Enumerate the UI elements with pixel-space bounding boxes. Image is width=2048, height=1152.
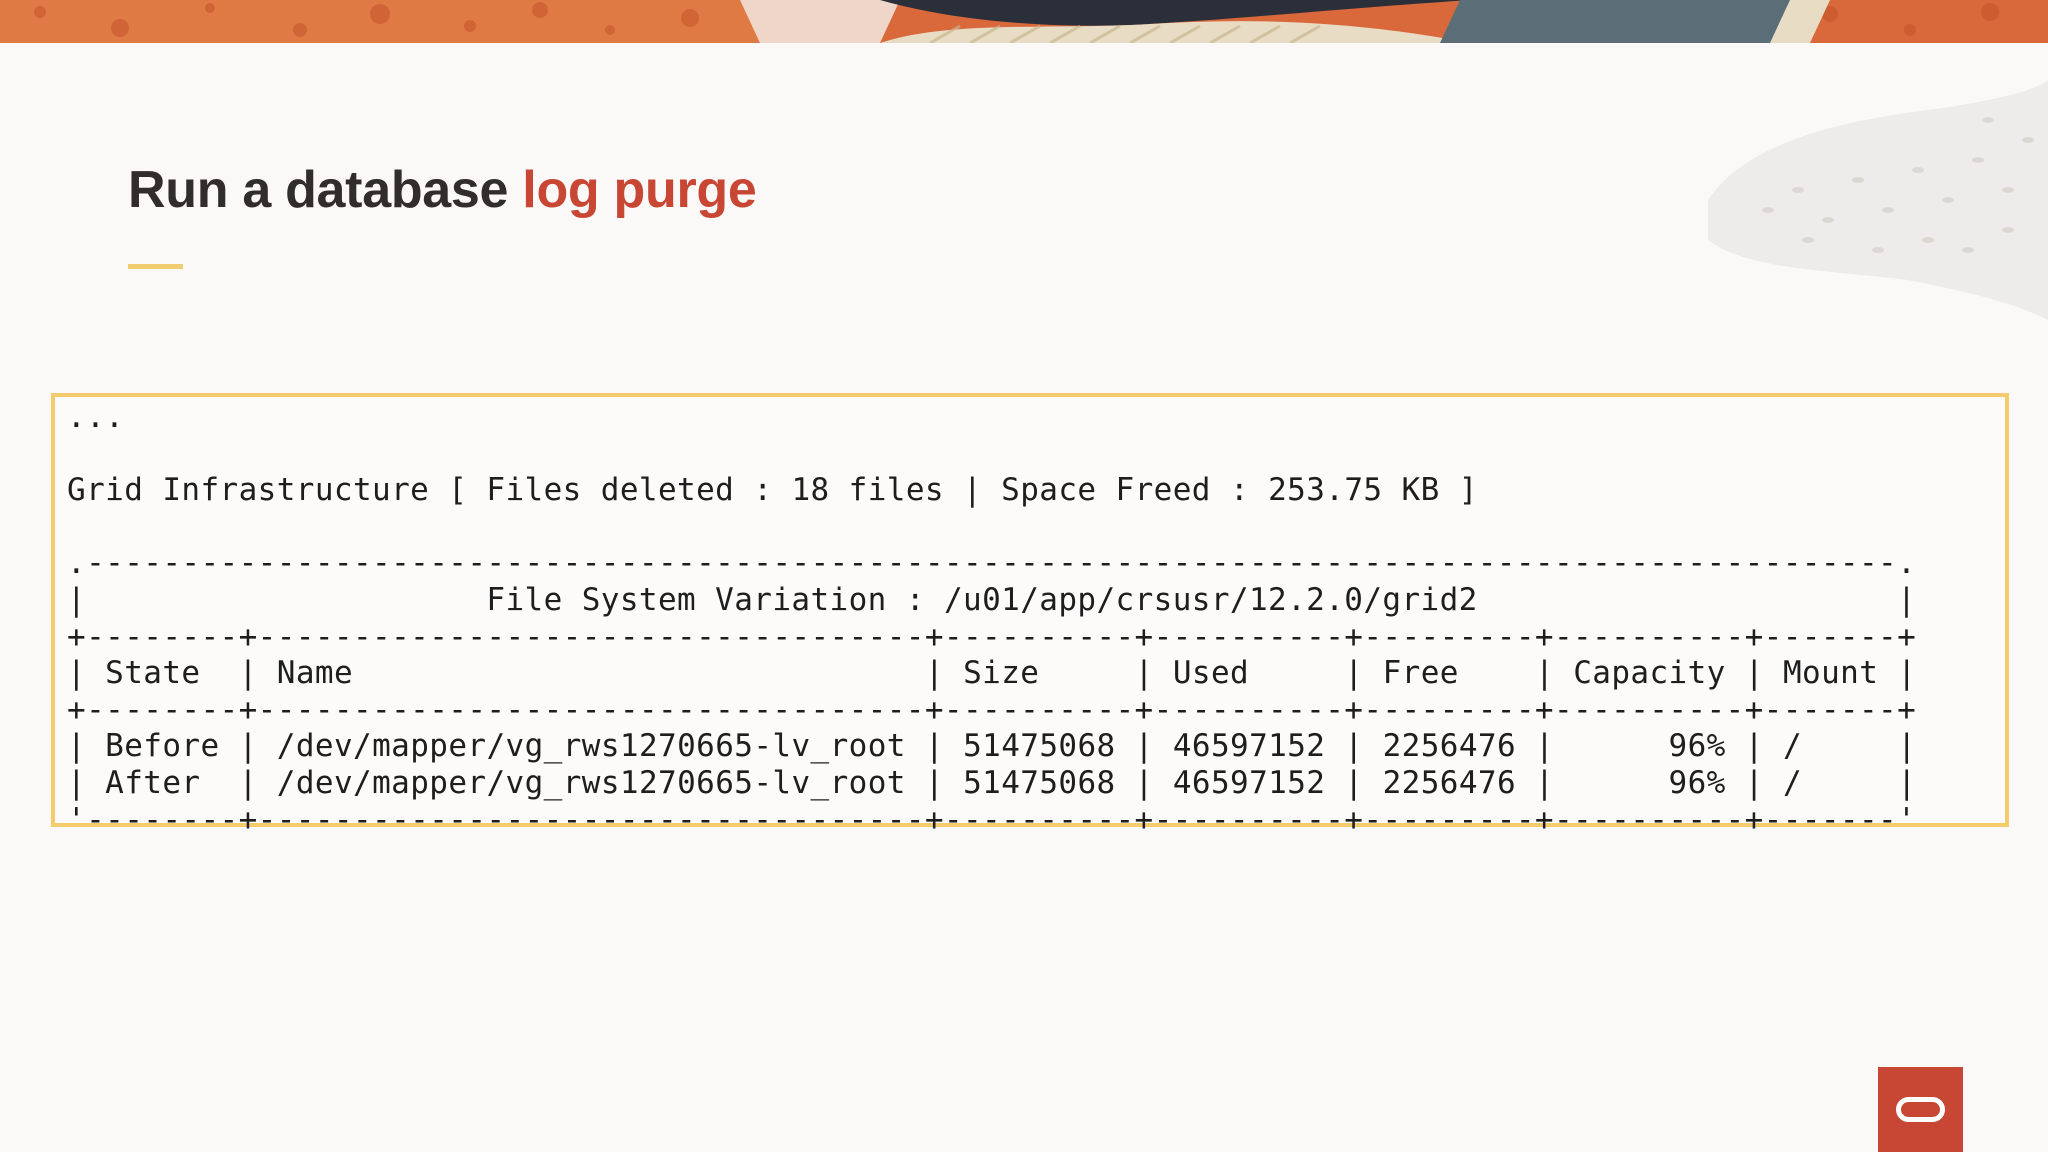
decorative-leaf-pattern <box>1628 80 2048 340</box>
table-separator: +--------+------------------------------… <box>67 618 1917 655</box>
column-header: Free <box>1382 655 1536 692</box>
table-cell: 51475068 <box>963 728 1135 765</box>
table-cell: / <box>1782 728 1898 765</box>
table-cell: / <box>1782 764 1898 801</box>
table-cell: After <box>105 764 239 801</box>
table-separator: +--------+------------------------------… <box>67 691 1917 728</box>
column-header: Size <box>963 655 1135 692</box>
space-freed-value: 253.75 KB <box>1268 472 1440 509</box>
table-cell: 96% <box>1554 764 1726 801</box>
slide-title-prefix: Run a database <box>128 161 523 219</box>
summary-line: Grid Infrastructure [ Files deleted : 18… <box>67 472 1478 509</box>
table-cell: 2256476 <box>1382 764 1536 801</box>
column-header: Name <box>276 655 925 692</box>
column-header: Used <box>1172 655 1345 692</box>
table-title-path: /u01/app/crsusr/12.2.0/grid2 <box>943 581 1478 618</box>
table-cell: Before <box>105 728 239 765</box>
ellipsis: ... <box>67 399 125 435</box>
decorative-banner <box>0 0 2048 43</box>
column-header: Capacity <box>1573 655 1745 692</box>
table-cell: 2256476 <box>1382 728 1536 765</box>
files-deleted-label: Files deleted <box>486 472 735 509</box>
files-deleted-value: 18 files <box>791 472 944 509</box>
slide-title-highlight: log purge <box>522 161 757 219</box>
table-cell: 46597152 <box>1172 728 1345 765</box>
table-row: | Before | /dev/mapper/vg_rws1270665-lv_… <box>67 728 1917 765</box>
title-underline <box>128 264 183 269</box>
table-header-row: | State | Name | Size | Used | Free | Ca… <box>67 655 1917 692</box>
ellipsis-line: ... <box>67 399 1916 436</box>
table-cell: /dev/mapper/vg_rws1270665-lv_root <box>276 764 925 801</box>
table-cell: 96% <box>1554 728 1726 765</box>
column-header: Mount <box>1782 655 1898 692</box>
slide-title: Run a database log purge <box>128 158 757 222</box>
oracle-logo-icon <box>1878 1067 1963 1152</box>
table-title-line: | File System Variation : /u01/app/crsus… <box>67 581 1917 618</box>
column-header: State <box>105 655 239 692</box>
table-title-label: File System Variation <box>486 581 887 618</box>
table-border-top: .---------------------------------------… <box>67 545 1917 582</box>
table-cell: 51475068 <box>963 764 1135 801</box>
terminal-output: ... Grid Infrastructure [ Files deleted :… <box>67 399 1916 838</box>
summary-component: Grid Infrastructure <box>67 472 430 509</box>
table-cell: /dev/mapper/vg_rws1270665-lv_root <box>276 728 925 765</box>
space-freed-label: Space Freed <box>1001 472 1211 509</box>
table-border-bottom: '--------+------------------------------… <box>67 801 1917 838</box>
table-row: | After | /dev/mapper/vg_rws1270665-lv_r… <box>67 764 1917 801</box>
table-cell: 46597152 <box>1172 764 1345 801</box>
oracle-ring-shape <box>1896 1097 1945 1122</box>
